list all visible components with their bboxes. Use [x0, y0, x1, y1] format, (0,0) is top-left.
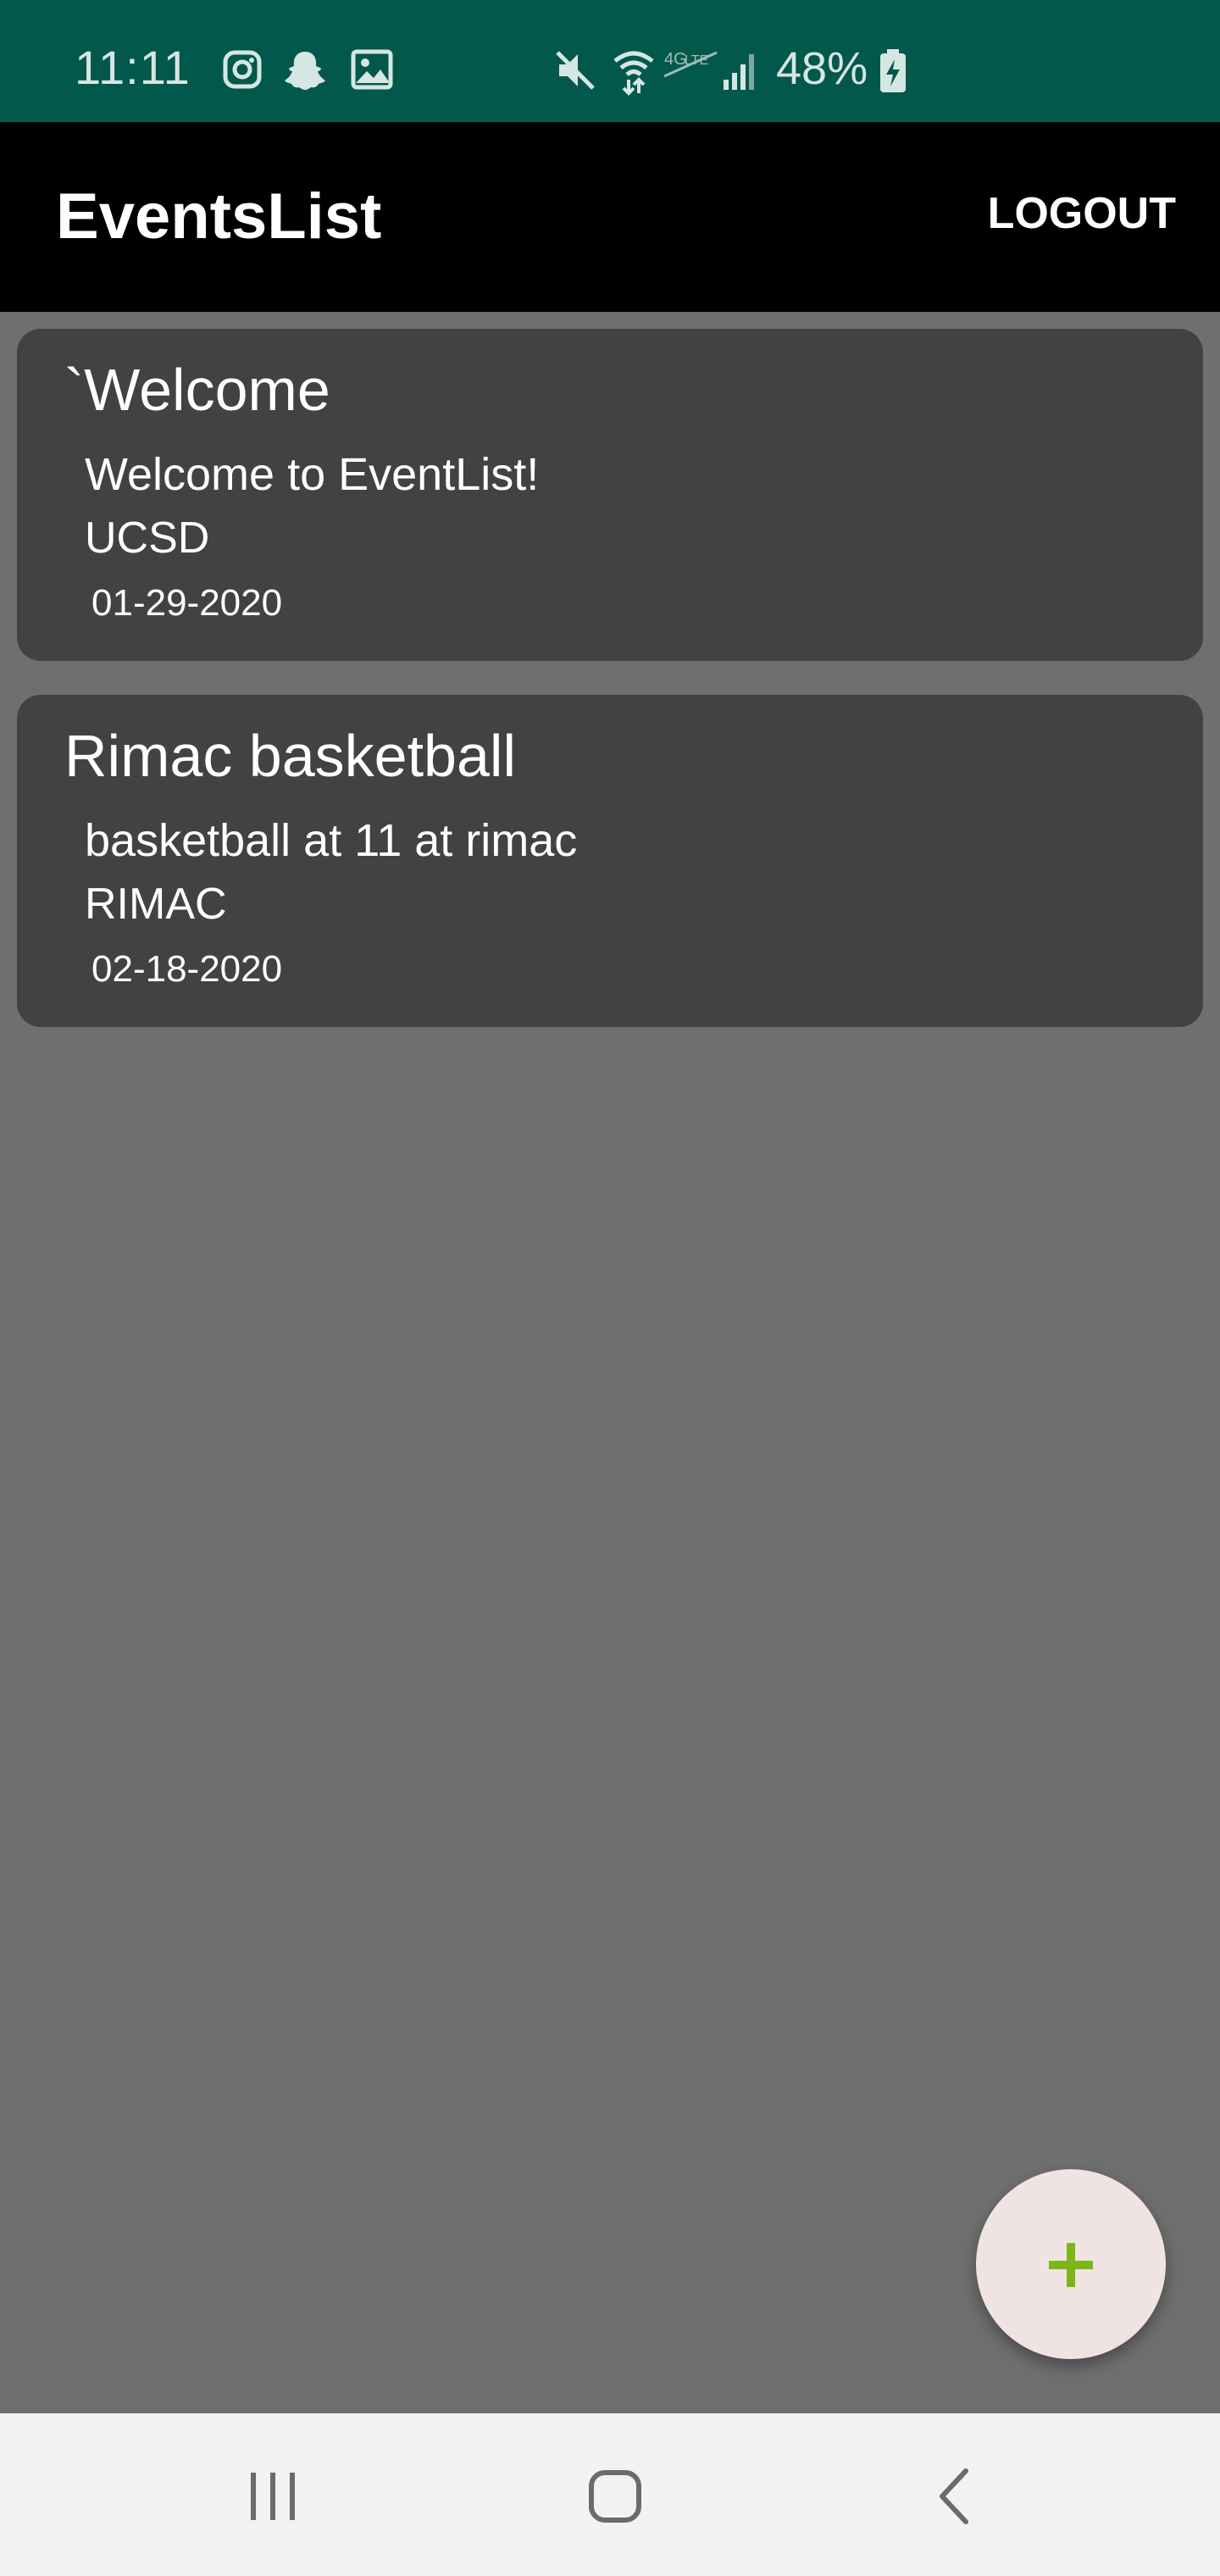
volte-icon: 4G LTE: [663, 50, 718, 78]
event-title: Rimac basketball: [64, 723, 516, 789]
back-icon[interactable]: [913, 2454, 998, 2539]
recents-icon[interactable]: [230, 2454, 315, 2539]
svg-text:4G: 4G: [664, 50, 687, 69]
app-bar: EventsList LOGOUT: [0, 122, 1220, 312]
snapchat-icon: [285, 52, 325, 90]
event-card[interactable]: `Welcome Welcome to EventList! UCSD 01-2…: [17, 329, 1203, 661]
mute-icon: [556, 51, 595, 90]
home-icon[interactable]: [573, 2454, 657, 2539]
event-location: UCSD: [85, 514, 210, 563]
gallery-icon: [351, 49, 393, 90]
app-title: EventsList: [56, 180, 382, 253]
battery-charging-icon: [880, 49, 906, 92]
navigation-bar: [0, 2413, 1220, 2576]
logout-button[interactable]: LOGOUT: [988, 192, 1176, 236]
event-card[interactable]: Rimac basketball basketball at 11 at rim…: [17, 695, 1203, 1027]
battery-percentage: 48%: [776, 43, 868, 94]
event-description: Welcome to EventList!: [85, 449, 540, 500]
event-date: 02-18-2020: [92, 948, 283, 990]
status-bar: 11:11 4G LTE 48%: [0, 0, 1220, 122]
instagram-icon: [223, 50, 262, 89]
wifi-icon: [613, 51, 654, 96]
event-date: 01-29-2020: [92, 582, 283, 624]
event-description: basketball at 11 at rimac: [85, 815, 578, 866]
event-location: RIMAC: [85, 880, 227, 929]
events-list: `Welcome Welcome to EventList! UCSD 01-2…: [17, 329, 1203, 1061]
signal-icon: [724, 54, 754, 90]
event-title: `Welcome: [64, 357, 330, 423]
status-time: 11:11: [75, 41, 191, 94]
plus-icon: [1049, 2243, 1093, 2287]
add-event-button[interactable]: [976, 2169, 1166, 2359]
